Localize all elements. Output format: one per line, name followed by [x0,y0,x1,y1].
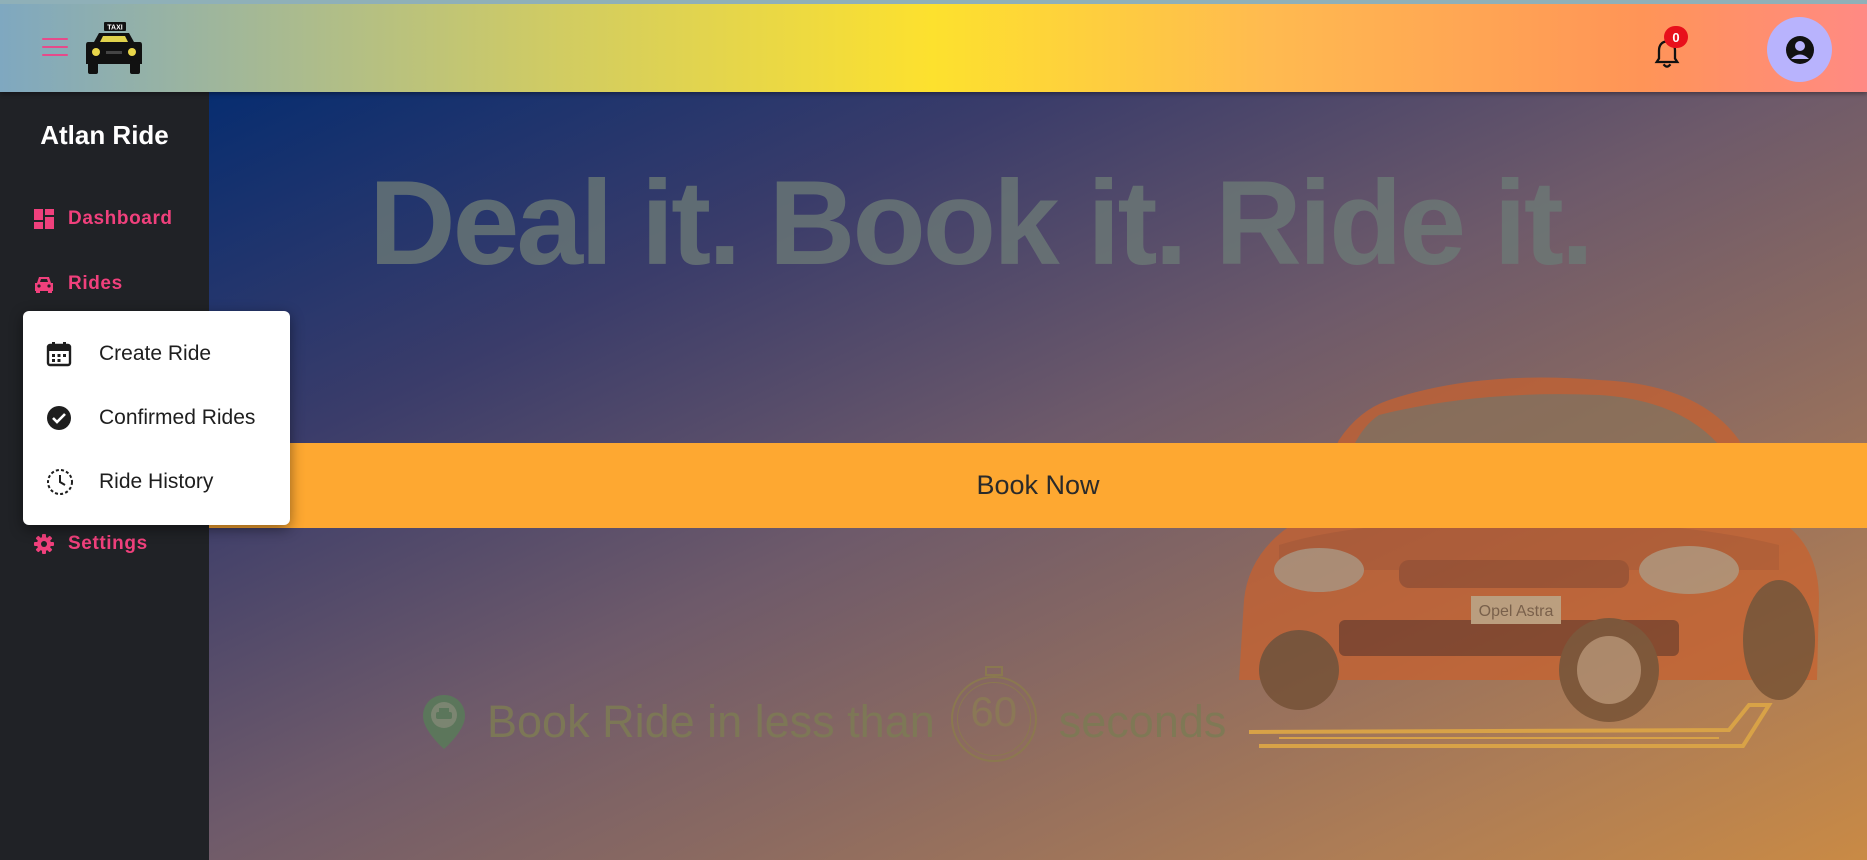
menu-item-confirmed-rides[interactable]: Confirmed Rides [23,393,290,443]
book-now-button[interactable]: Book Now [209,443,1867,528]
tagline-text-after: seconds [1058,696,1227,747]
top-app-bar: TAXI 0 [0,0,1867,92]
sidebar-item-label: Rides [68,273,123,294]
rides-dropdown-menu: Create Ride Confirmed Rides Ride History [23,311,290,525]
car-illustration: Opel Astra [1239,377,1819,722]
notification-count-badge: 0 [1664,26,1688,48]
sidebar-brand: Atlan Ride [40,120,169,150]
menu-item-ride-history[interactable]: Ride History [23,457,290,507]
sidebar-item-label: Dashboard [68,208,173,229]
user-circle-icon [1785,35,1814,64]
hamburger-menu-icon[interactable] [42,38,68,58]
taxi-icon[interactable]: TAXI [84,20,144,76]
check-circle-icon [47,406,71,430]
car-icon [35,277,53,293]
history-clock-icon [47,469,73,495]
menu-item-label: Create Ride [99,342,212,365]
license-plate-text: Opel Astra [1479,603,1554,620]
sidebar-item-dashboard[interactable]: Dashboard [34,208,173,230]
sidebar-item-settings[interactable]: Settings [34,533,148,555]
menu-item-label: Ride History [99,470,214,493]
menu-item-create-ride[interactable]: Create Ride [23,329,290,379]
hero-headline: Deal it. Book it. Ride it. [369,156,1594,290]
tagline-text-before: Book Ride in less than [487,696,935,747]
stopwatch-icon: 60 [949,666,1045,766]
hero-tagline: Book Ride in less than 60 seconds [421,666,1227,772]
gear-icon [34,534,54,554]
calendar-icon [46,342,72,367]
profile-button[interactable] [1767,17,1832,82]
tagline-number: 60 [970,688,1018,735]
menu-item-label: Confirmed Rides [99,406,256,429]
speed-lines-decoration [1249,703,1773,748]
hero-section: Deal it. Book it. Ride it. Opel Astra Bo… [209,92,1867,860]
sidebar-item-label: Settings [68,533,148,554]
taxi-sign-text: TAXI [107,25,122,32]
top-edge-line [0,0,1867,4]
sidebar-item-rides[interactable]: Rides [34,273,123,295]
location-pin-icon [423,695,465,749]
dashboard-icon [34,209,54,229]
